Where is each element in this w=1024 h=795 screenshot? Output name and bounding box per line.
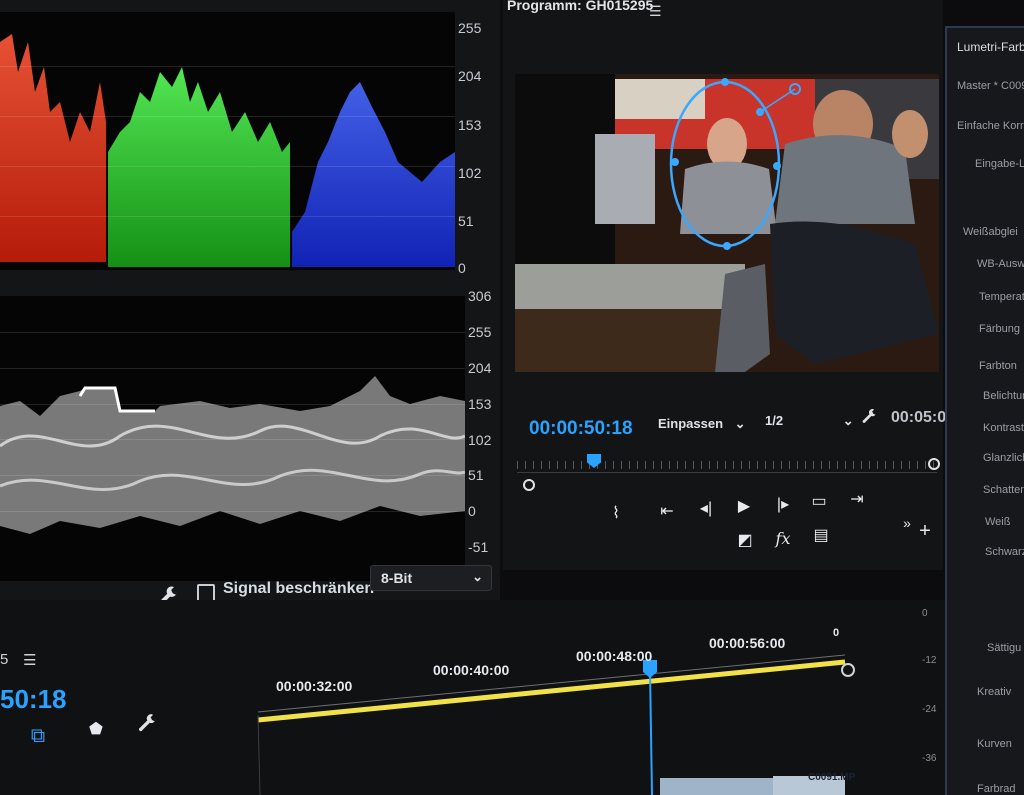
lumetri-item[interactable]: Eingabe-LU — [975, 158, 1024, 170]
playback-resolution-value: 1/2 — [765, 413, 784, 428]
audio-meter-label: -12 — [922, 655, 937, 666]
fx-icon[interactable]: fx — [771, 527, 795, 551]
green-channel-waveform — [108, 67, 290, 267]
program-video-frame[interactable] — [515, 74, 939, 372]
zoom-fit-select[interactable]: Einpassen ⌄ — [658, 416, 746, 432]
step-forward-icon[interactable]: |▸ — [771, 493, 795, 517]
timeline-ruler-label: 00:00:32:00 — [276, 678, 353, 694]
chevron-down-icon: ⌄ — [734, 416, 746, 431]
lumetri-item[interactable]: Glanzlich — [983, 452, 1024, 464]
timeline-ruler-label: 00:00:56:00 — [709, 635, 786, 651]
chevron-down-icon: ⌄ — [472, 569, 483, 584]
snap-icon[interactable]: ⧉ — [26, 724, 50, 748]
lumetri-item[interactable]: Schwarz — [985, 546, 1024, 558]
lumetri-master-clip[interactable]: Master * C0091 — [957, 80, 1024, 92]
luma-scale-label: -51 — [468, 539, 489, 555]
scrub-ticks — [517, 461, 937, 469]
classroom-video-frame — [515, 74, 939, 372]
lumetri-item[interactable]: Weißabglei — [963, 226, 1018, 238]
lumetri-item[interactable]: Temperat — [979, 291, 1024, 303]
lumetri-scopes-panel: 255 204 153 102 51 0 306 255 204 153 102… — [0, 0, 500, 630]
go-to-out-icon[interactable]: ⇥ — [845, 488, 869, 512]
playback-resolution-select[interactable]: 1/2 ⌄ — [765, 413, 854, 429]
timeline-tab-fragment[interactable]: 5 — [0, 651, 8, 668]
luma-scale-label: 204 — [468, 360, 492, 376]
parade-scale-label: 255 — [458, 20, 482, 36]
parade-scale-label: 153 — [458, 117, 482, 133]
wrench-icon[interactable] — [861, 408, 879, 426]
red-channel-waveform — [0, 34, 106, 262]
step-back-icon[interactable]: ◂| — [694, 497, 718, 521]
lumetri-item[interactable]: Weiß — [985, 516, 1010, 528]
audio-meter-label: -24 — [922, 704, 937, 715]
lumetri-section-color-wheels[interactable]: Farbrad — [977, 783, 1016, 795]
lumetri-item[interactable]: Sättigu — [987, 642, 1021, 654]
camera-icon[interactable]: ◩ — [733, 529, 757, 553]
lumetri-section-creative[interactable]: Kreativ — [977, 686, 1011, 698]
zoom-handle-right[interactable] — [928, 458, 940, 470]
zoom-fit-value: Einpassen — [658, 416, 724, 431]
lumetri-section-basic[interactable]: Einfache Korre — [957, 120, 1024, 132]
lumetri-item[interactable]: Schatten — [983, 484, 1024, 496]
audio-meter-label: -36 — [922, 753, 937, 764]
lumetri-color-panel: Lumetri-Farbe Master * C0091 Einfache Ko… — [945, 26, 1024, 795]
timeline-ruler-label: 00:00:40:00 — [433, 662, 510, 678]
plus-icon[interactable]: + — [913, 519, 937, 543]
hamburger-menu-icon[interactable]: ☰ — [23, 651, 36, 669]
lumetri-title: Lumetri-Farbe — [957, 40, 1024, 54]
lumetri-item[interactable]: Belichtung — [983, 390, 1024, 402]
luma-scale-label: 153 — [468, 396, 492, 412]
comparison-view-icon[interactable]: ▤ — [809, 524, 833, 548]
hamburger-menu-icon[interactable]: ☰ — [649, 3, 662, 20]
parade-scale-label: 102 — [458, 165, 482, 181]
rgb-parade-scope — [0, 12, 455, 270]
program-scrub-bar[interactable] — [517, 461, 937, 473]
luma-scale-label: 51 — [468, 467, 484, 483]
signal-limit-label: Signal beschränken — [223, 580, 375, 597]
add-marker-icon[interactable]: ⬟ — [84, 718, 108, 742]
rgb-parade-graph — [0, 34, 455, 267]
wrench-icon[interactable] — [137, 713, 159, 735]
timeline-ruler-graphics — [257, 654, 855, 795]
bit-depth-select[interactable]: 8-Bit ⌄ — [370, 565, 492, 591]
audio-meter-label: 0 — [922, 608, 928, 619]
go-to-in-icon[interactable]: ⇤ — [655, 500, 679, 524]
sequence-duration: 00:05:0 — [891, 409, 947, 426]
timeline-panel: 00:00:32:00 00:00:40:00 00:00:48:00 00:0… — [0, 600, 945, 795]
luma-scale-label: 255 — [468, 324, 492, 340]
timeline-clip-label: C0091.MP — [808, 772, 856, 783]
timeline-timecode[interactable]: 50:18 — [0, 684, 67, 715]
luma-scale-label: 0 — [468, 503, 476, 519]
zoom-handle-left[interactable] — [523, 479, 535, 491]
bit-depth-value: 8-Bit — [381, 570, 413, 586]
lumetri-item[interactable]: Kontrast — [983, 422, 1024, 434]
parade-scale-label: 204 — [458, 68, 482, 84]
safe-margins-icon[interactable]: ▭ — [807, 490, 831, 514]
program-monitor-title: Programm: GH015295 — [507, 0, 654, 13]
lumetri-item[interactable]: Farbton — [979, 360, 1017, 372]
lumetri-section-curves[interactable]: Kurven — [977, 738, 1012, 750]
program-timecode[interactable]: 00:00:50:18 — [529, 418, 633, 440]
timeline-ruler-label: 00:00:48:00 — [576, 648, 653, 664]
parade-scale-label: 0 — [458, 260, 466, 276]
program-monitor-panel: Programm: GH015295 ☰ 00:00:50:18 Einpass… — [503, 0, 947, 570]
lumetri-item[interactable]: Färbung — [979, 323, 1020, 335]
luma-waveform-scope — [0, 296, 465, 581]
chevron-down-icon: ⌄ — [842, 413, 854, 428]
lumetri-item[interactable]: WB-Auswa — [977, 258, 1024, 270]
luma-scale-label: 102 — [468, 432, 492, 448]
parade-scale-label: 51 — [458, 213, 474, 229]
timeline-end-label: 0 — [833, 627, 840, 639]
play-icon[interactable]: ▶ — [732, 495, 756, 519]
blue-channel-waveform — [292, 82, 455, 267]
mark-in-icon[interactable]: ⌇ — [604, 502, 628, 526]
luma-scale-label: 306 — [468, 288, 492, 304]
